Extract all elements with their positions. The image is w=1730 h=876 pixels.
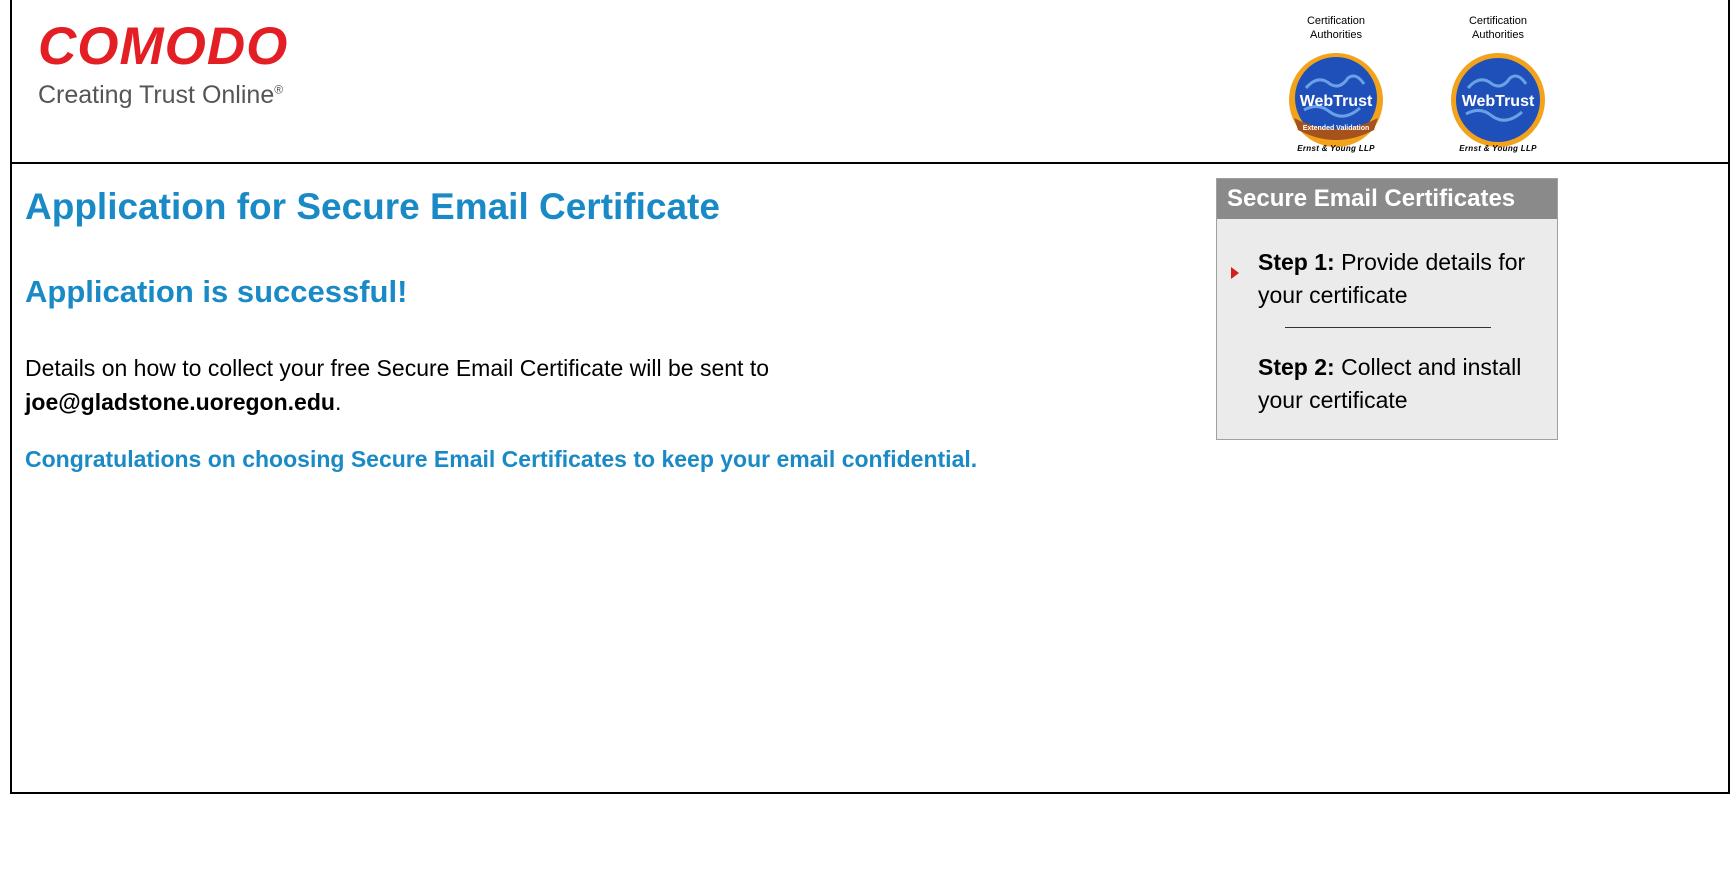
badge-label: WebTrust (1462, 93, 1535, 110)
current-step-arrow-icon (1231, 267, 1239, 279)
badge-label: WebTrust (1300, 93, 1373, 110)
logo-tagline: Creating Trust Online® (38, 80, 283, 110)
details-prefix: Details on how to collect your free Secu… (25, 355, 769, 381)
step-1: Step 1: Provide details for your certifi… (1258, 246, 1548, 312)
seal-caption: Certification Authorities (1272, 14, 1400, 42)
tagline-text: Creating Trust Online (38, 81, 275, 109)
seal-caption: Certification Authorities (1434, 14, 1562, 42)
step-2-label: Step 2: (1258, 354, 1335, 380)
seal-footer: Ernst & Young LLP (1459, 144, 1537, 153)
seal-footer: Ernst & Young LLP (1297, 144, 1375, 153)
steps-panel-header: Secure Email Certificates (1217, 179, 1557, 219)
header-divider (10, 162, 1730, 164)
seal-caption-line1: Certification (1306, 15, 1366, 27)
steps-panel: Secure Email Certificates Step 1: Provid… (1216, 178, 1558, 440)
details-suffix: . (334, 389, 342, 415)
webtrust-ev-seal: Certification Authorities WebTrust Exten… (1272, 14, 1400, 156)
webtrust-seal: Certification Authorities WebTrust Ernst… (1434, 14, 1562, 156)
webtrust-badge-icon: WebTrust (1451, 53, 1545, 147)
seal-caption-line2: Authorities (1310, 29, 1362, 41)
seal-caption-line2: Authorities (1472, 29, 1524, 41)
details-text: Details on how to collect your free Secu… (25, 351, 1125, 419)
webtrust-badge-icon: WebTrust Extended Validation (1289, 53, 1383, 147)
seal-caption-line1: Certification (1468, 15, 1528, 27)
ribbon-label: Extended Validation (1303, 125, 1370, 132)
step-1-label: Step 1: (1258, 249, 1335, 275)
step-divider (1285, 327, 1491, 328)
comodo-logo: COMODO (38, 17, 289, 76)
congrats-text: Congratulations on choosing Secure Email… (25, 446, 978, 472)
registered-mark: ® (274, 82, 284, 97)
success-heading: Application is successful! (25, 274, 408, 309)
page-title: Application for Secure Email Certificate (25, 186, 720, 227)
step-2: Step 2: Collect and install your certifi… (1258, 351, 1548, 417)
recipient-email: joe@gladstone.uoregon.edu (25, 389, 335, 415)
